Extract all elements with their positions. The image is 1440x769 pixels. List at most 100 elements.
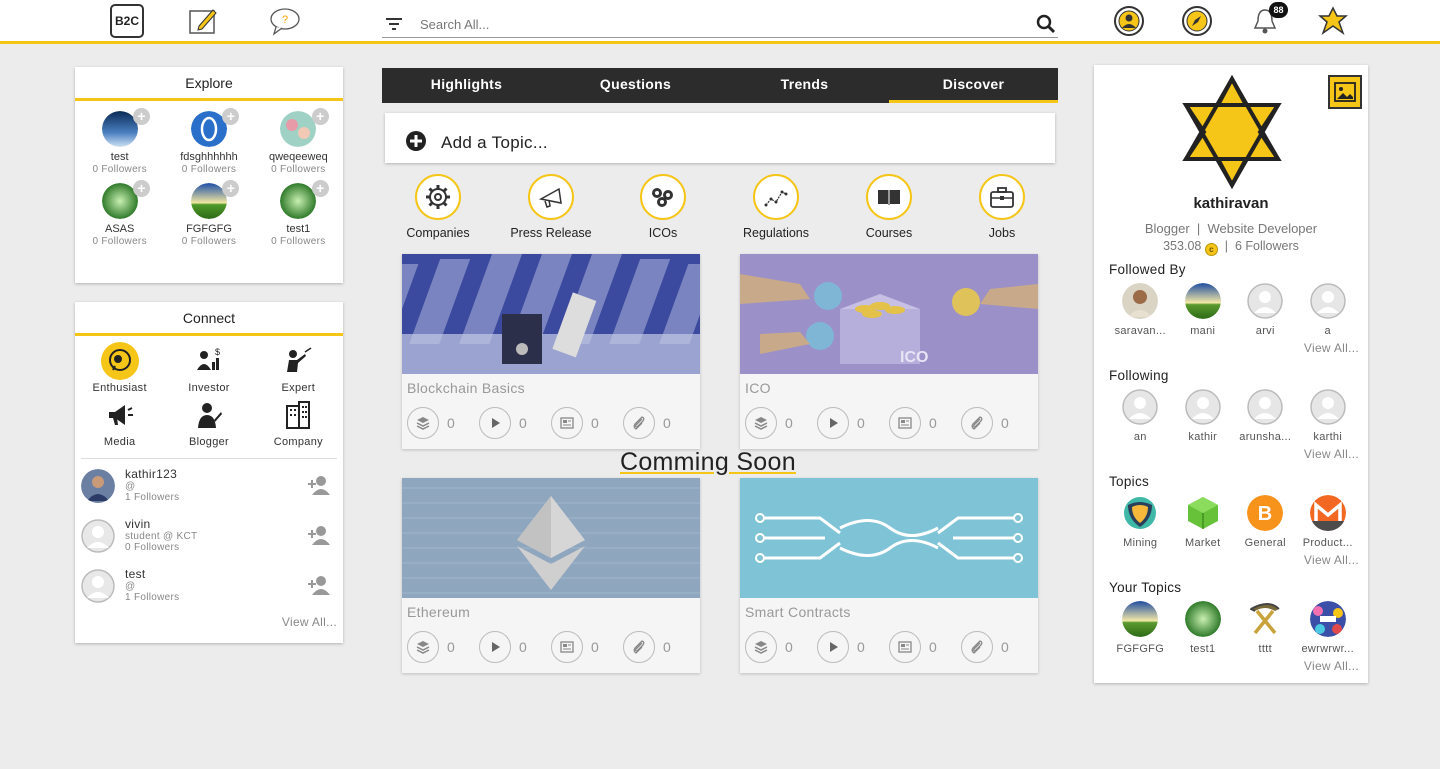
role-blogger[interactable]: Blogger: [164, 396, 253, 448]
tab-highlights[interactable]: Highlights: [382, 68, 551, 103]
explore-item[interactable]: + ASAS 0 Followers: [75, 180, 164, 247]
filter-icon[interactable]: [384, 15, 404, 36]
play-icon[interactable]: [817, 407, 849, 439]
edit-icon[interactable]: [186, 4, 220, 38]
layers-icon[interactable]: [407, 631, 439, 663]
role-media[interactable]: Media: [75, 396, 164, 448]
avatar: [1122, 389, 1158, 425]
coin-icon: c: [1204, 243, 1218, 256]
add-friend-icon[interactable]: [307, 475, 333, 500]
layers-icon[interactable]: [745, 631, 777, 663]
following-item[interactable]: arunsha...: [1234, 389, 1297, 443]
explore-item-followers: 0 Followers: [92, 164, 147, 175]
tab-questions[interactable]: Questions: [551, 68, 720, 103]
follow-plus-icon[interactable]: +: [133, 180, 150, 197]
topic-card[interactable]: Smart Contracts 0 0 0 0: [740, 478, 1038, 673]
view-all-link[interactable]: View All...: [1109, 659, 1359, 673]
category-jobs[interactable]: Jobs: [946, 174, 1058, 240]
explore-item[interactable]: + FGFGFG 0 Followers: [164, 180, 253, 247]
topics-section: Topics Mining Market B General Product...…: [1109, 474, 1359, 567]
view-all-link[interactable]: View All...: [1109, 447, 1359, 461]
view-all-link[interactable]: View All...: [75, 615, 343, 629]
play-icon[interactable]: [479, 631, 511, 663]
profile-followers[interactable]: 6 Followers: [1235, 239, 1299, 253]
view-all-link[interactable]: View All...: [1109, 553, 1359, 567]
category-icos[interactable]: ICOs: [607, 174, 719, 240]
image-upload-icon[interactable]: [1328, 75, 1362, 109]
article-icon[interactable]: [551, 407, 583, 439]
suggested-user-row[interactable]: kathir123 @1 Followers: [75, 465, 343, 515]
attachment-icon[interactable]: [961, 407, 993, 439]
following-item[interactable]: an: [1109, 389, 1172, 443]
role-investor[interactable]: $ Investor: [164, 342, 253, 394]
topic-item[interactable]: Market: [1172, 495, 1235, 549]
user-name[interactable]: vivin: [125, 517, 151, 531]
article-icon[interactable]: [551, 631, 583, 663]
attachment-icon[interactable]: [961, 631, 993, 663]
logo-icon[interactable]: B2C: [110, 4, 144, 38]
following-item[interactable]: karthi: [1297, 389, 1360, 443]
play-icon[interactable]: [817, 631, 849, 663]
add-friend-icon[interactable]: [307, 525, 333, 550]
user-sub: @1 Followers: [125, 481, 180, 503]
follow-plus-icon[interactable]: +: [222, 180, 240, 197]
topic-item[interactable]: Product...: [1297, 495, 1360, 549]
following-item[interactable]: kathir: [1172, 389, 1235, 443]
add-friend-icon[interactable]: [307, 575, 333, 600]
tab-trends[interactable]: Trends: [720, 68, 889, 103]
coins-icon: [640, 174, 686, 220]
follow-plus-icon[interactable]: +: [222, 108, 240, 125]
suggested-user-row[interactable]: vivin student @ KCT 0 Followers: [75, 515, 343, 565]
profile-role: Blogger | Website Developer: [1144, 221, 1318, 236]
compass-icon[interactable]: [1180, 4, 1214, 38]
your-topic-item[interactable]: tttt: [1234, 601, 1297, 655]
category-courses[interactable]: Courses: [833, 174, 945, 240]
suggested-user-row[interactable]: test @1 Followers: [75, 565, 343, 615]
follower-item[interactable]: mani: [1172, 283, 1235, 337]
explore-item[interactable]: + qweqeeweq 0 Followers: [254, 108, 343, 175]
article-icon[interactable]: [889, 631, 921, 663]
add-topic-button[interactable]: Add a Topic...: [385, 113, 1055, 163]
topic-item[interactable]: B General: [1234, 495, 1297, 549]
topic-card[interactable]: ICO ICO 0 0 0 0: [740, 254, 1038, 449]
category-regulations[interactable]: Regulations: [720, 174, 832, 240]
category-companies[interactable]: Companies: [382, 174, 494, 240]
follower-item[interactable]: a: [1297, 283, 1360, 337]
role-label: Expert: [281, 382, 316, 394]
layers-icon[interactable]: [745, 407, 777, 439]
explore-item[interactable]: + test 0 Followers: [75, 108, 164, 175]
explore-item[interactable]: + test1 0 Followers: [254, 180, 343, 247]
attachment-icon[interactable]: [623, 631, 655, 663]
follow-plus-icon[interactable]: +: [311, 108, 329, 125]
user-name[interactable]: kathir123: [125, 467, 177, 481]
star-icon[interactable]: [1316, 4, 1350, 38]
user-name[interactable]: test: [125, 567, 146, 581]
topic-card[interactable]: Blockchain Basics 0 0 0 0: [402, 254, 700, 449]
follower-item[interactable]: saravan...: [1109, 283, 1172, 337]
profile-icon[interactable]: [1112, 4, 1146, 38]
follow-plus-icon[interactable]: +: [133, 108, 150, 125]
section-title: Following: [1109, 368, 1169, 383]
attachment-icon[interactable]: [623, 407, 655, 439]
role-company[interactable]: Company: [254, 396, 343, 448]
follower-item[interactable]: arvi: [1234, 283, 1297, 337]
tab-discover[interactable]: Discover: [889, 68, 1058, 103]
search-input[interactable]: [420, 13, 1020, 35]
question-bubble-icon[interactable]: ?: [268, 4, 302, 38]
your-topic-item[interactable]: ewrwrwr...: [1297, 601, 1360, 655]
topic-card[interactable]: Ethereum 0 0 0 0: [402, 478, 700, 673]
play-icon[interactable]: [479, 407, 511, 439]
expert-icon: [279, 342, 317, 380]
layers-icon[interactable]: [407, 407, 439, 439]
article-icon[interactable]: [889, 407, 921, 439]
your-topic-item[interactable]: FGFGFG: [1109, 601, 1172, 655]
topic-item[interactable]: Mining: [1109, 495, 1172, 549]
follow-plus-icon[interactable]: +: [311, 180, 329, 197]
category-press-release[interactable]: Press Release: [495, 174, 607, 240]
view-all-link[interactable]: View All...: [1109, 341, 1359, 355]
your-topic-item[interactable]: test1: [1172, 601, 1235, 655]
search-icon[interactable]: [1036, 14, 1056, 39]
role-expert[interactable]: Expert: [254, 342, 343, 394]
role-enthusiast[interactable]: Enthusiast: [75, 342, 164, 394]
explore-item[interactable]: + fdsghhhhhh 0 Followers: [164, 108, 253, 175]
